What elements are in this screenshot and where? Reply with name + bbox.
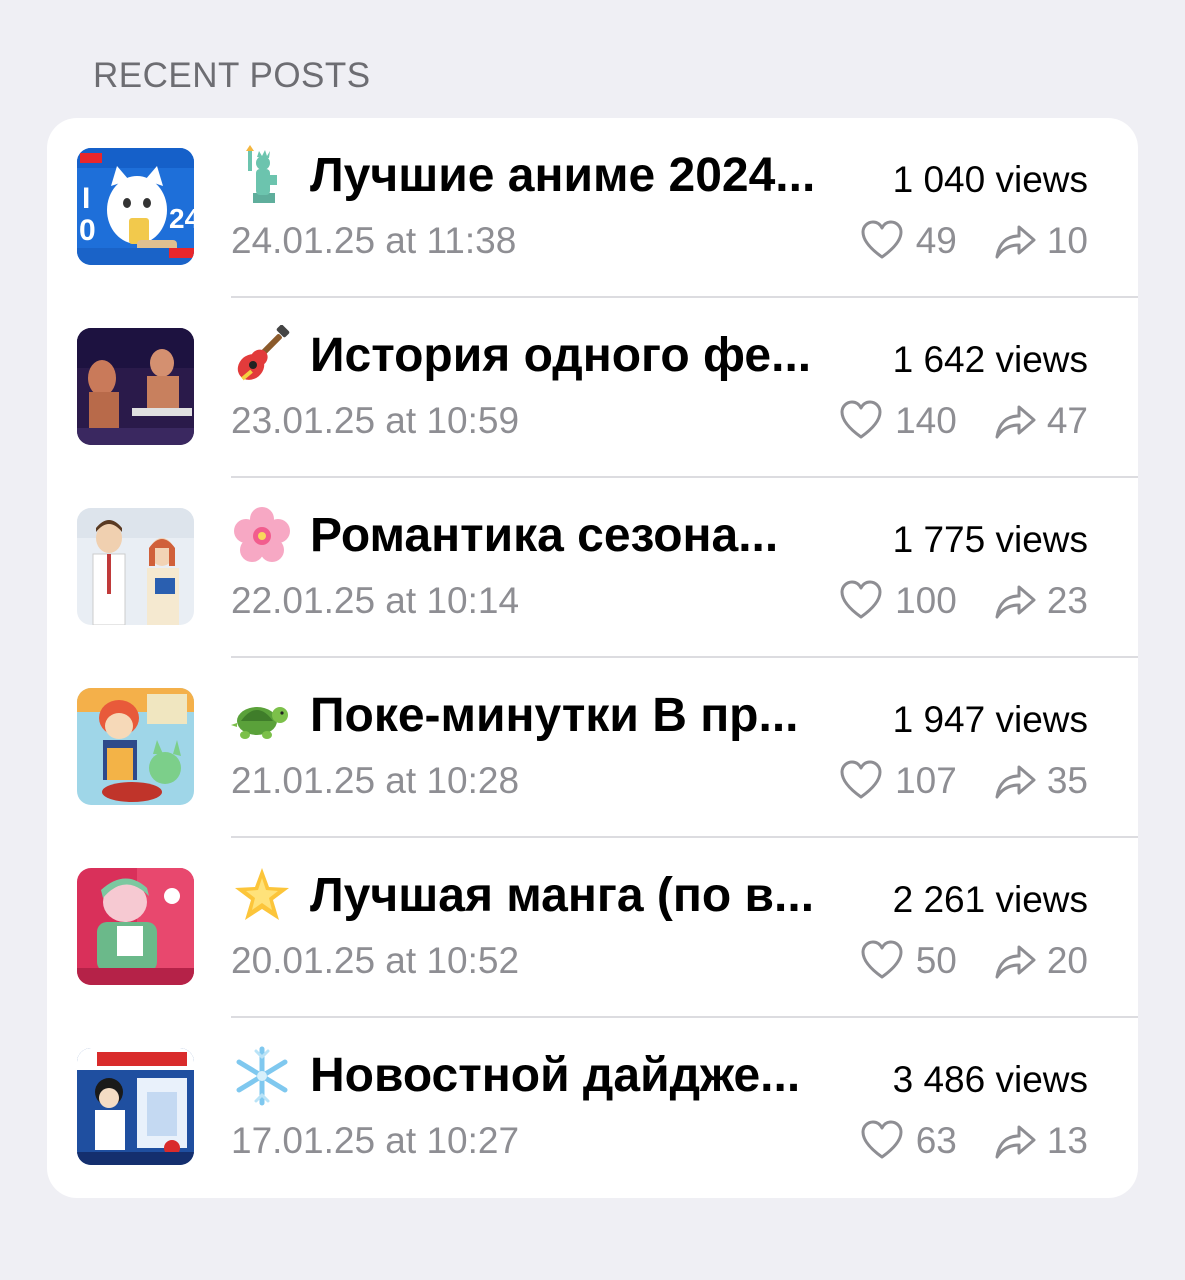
recent-posts-list: I 0 24 Лучшие аниме 2024... 1 040 views … xyxy=(47,118,1138,1198)
post-title: Романтика сезона... xyxy=(310,509,779,562)
post-row[interactable]: История одного фе... 1 642 views 23.01.2… xyxy=(47,298,1138,478)
post-stats: 140 47 xyxy=(839,397,1088,445)
post-row[interactable]: Поке-минутки В пр... 1 947 views 21.01.2… xyxy=(47,658,1138,838)
svg-text:24: 24 xyxy=(169,203,194,234)
post-date: 24.01.25 at 11:38 xyxy=(231,220,517,261)
share-icon xyxy=(993,939,1037,983)
heart-icon xyxy=(839,579,883,623)
cherry-blossom-icon xyxy=(231,505,293,567)
post-row[interactable]: Романтика сезона... 1 775 views 22.01.25… xyxy=(47,478,1138,658)
shares-count: 35 xyxy=(1046,760,1088,801)
post-thumbnail xyxy=(77,688,194,805)
post-views: 1 775 views xyxy=(892,519,1088,560)
glowing-star-icon xyxy=(231,865,293,927)
shares-count: 23 xyxy=(1046,580,1088,621)
post-date: 21.01.25 at 10:28 xyxy=(231,760,520,801)
post-views: 1 947 views xyxy=(892,699,1088,740)
likes-count: 63 xyxy=(915,1120,957,1161)
likes-count: 50 xyxy=(915,940,957,981)
snowflake-icon xyxy=(231,1045,293,1107)
share-icon xyxy=(993,579,1037,623)
post-stats: 63 13 xyxy=(860,1117,1088,1165)
post-title: Новостной дайдже... xyxy=(310,1049,801,1102)
svg-text:0: 0 xyxy=(79,214,96,247)
post-title: История одного фе... xyxy=(310,329,812,382)
post-views: 1 040 views xyxy=(892,159,1088,200)
post-title: Лучшая манга (по в... xyxy=(310,869,815,922)
post-thumbnail xyxy=(77,328,194,445)
post-title: Лучшие аниме 2024... xyxy=(310,149,816,202)
post-row[interactable]: I 0 24 Лучшие аниме 2024... 1 040 views … xyxy=(47,118,1138,298)
post-thumbnail xyxy=(77,508,194,625)
post-views: 1 642 views xyxy=(892,339,1088,380)
share-icon xyxy=(993,219,1037,263)
post-date: 23.01.25 at 10:59 xyxy=(231,400,520,441)
heart-icon xyxy=(839,399,883,443)
share-icon xyxy=(993,1119,1037,1163)
post-row[interactable]: Новостной дайдже... 3 486 views 17.01.25… xyxy=(47,1018,1138,1198)
section-title: RECENT POSTS xyxy=(93,56,371,95)
heart-icon xyxy=(860,219,904,263)
post-views: 2 261 views xyxy=(892,879,1088,920)
post-stats: 107 35 xyxy=(839,757,1088,805)
likes-count: 140 xyxy=(895,400,957,441)
svg-text:I: I xyxy=(82,182,90,215)
post-row[interactable]: Лучшая манга (по в... 2 261 views 20.01.… xyxy=(47,838,1138,1018)
post-thumbnail xyxy=(77,868,194,985)
post-stats: 49 10 xyxy=(860,217,1088,265)
post-date: 22.01.25 at 10:14 xyxy=(231,580,520,621)
post-views: 3 486 views xyxy=(892,1059,1088,1100)
shares-count: 47 xyxy=(1046,400,1088,441)
post-thumbnail: I 0 24 xyxy=(77,148,194,265)
post-title: Поке-минутки В пр... xyxy=(310,689,799,742)
heart-icon xyxy=(839,759,883,803)
heart-icon xyxy=(860,939,904,983)
post-stats: 50 20 xyxy=(860,937,1088,985)
shares-count: 20 xyxy=(1046,940,1088,981)
share-icon xyxy=(993,399,1037,443)
likes-count: 49 xyxy=(915,220,957,261)
share-icon xyxy=(993,759,1037,803)
likes-count: 100 xyxy=(895,580,957,621)
shares-count: 13 xyxy=(1046,1120,1088,1161)
heart-icon xyxy=(860,1119,904,1163)
post-thumbnail xyxy=(77,1048,194,1165)
likes-count: 107 xyxy=(895,760,957,801)
post-stats: 100 23 xyxy=(839,577,1088,625)
statue-of-liberty-icon xyxy=(231,145,293,207)
guitar-icon xyxy=(231,325,293,387)
post-date: 17.01.25 at 10:27 xyxy=(231,1120,520,1161)
post-date: 20.01.25 at 10:52 xyxy=(231,940,520,981)
turtle-icon xyxy=(231,685,293,747)
shares-count: 10 xyxy=(1046,220,1088,261)
